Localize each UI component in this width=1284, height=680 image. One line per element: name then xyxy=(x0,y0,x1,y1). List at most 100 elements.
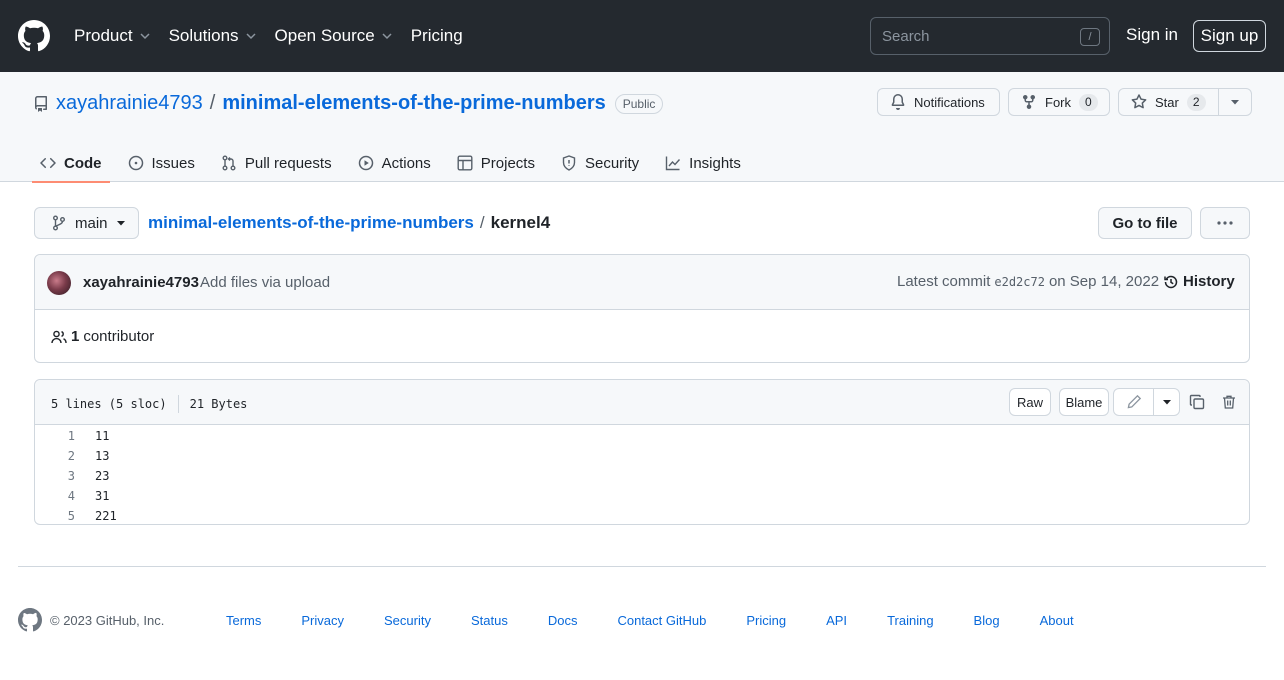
footer-link-privacy[interactable]: Privacy xyxy=(301,613,344,628)
search-input[interactable]: Search / xyxy=(870,17,1110,55)
code-icon xyxy=(40,157,56,169)
triangle-down-icon xyxy=(116,221,125,226)
footer-link-status[interactable]: Status xyxy=(471,613,508,628)
line-content: 11 xyxy=(95,429,110,443)
tab-projects[interactable]: Projects xyxy=(449,144,543,182)
commit-message-link[interactable]: Add files via upload xyxy=(200,274,330,291)
footer-copyright: © 2023 GitHub, Inc. xyxy=(50,613,165,628)
line-number[interactable]: 2 xyxy=(35,449,75,463)
footer-link-docs[interactable]: Docs xyxy=(548,613,578,628)
tab-insights[interactable]: Insights xyxy=(657,144,749,182)
sign-in-link[interactable]: Sign in xyxy=(1126,25,1178,45)
line-content: 23 xyxy=(95,469,110,483)
tab-pull-requests-label: Pull requests xyxy=(244,154,332,172)
footer-link-pricing[interactable]: Pricing xyxy=(746,613,786,628)
tab-issues[interactable]: Issues xyxy=(120,144,203,182)
line-number[interactable]: 3 xyxy=(35,469,75,483)
github-logo-icon[interactable] xyxy=(18,608,42,632)
nav-product[interactable]: Product xyxy=(74,26,151,46)
latest-commit-row: xayahrainie4793 Add files via upload Lat… xyxy=(35,255,1249,310)
line-content: 221 xyxy=(95,509,117,523)
footer-link-training[interactable]: Training xyxy=(887,613,933,628)
star-list-dropdown-button[interactable] xyxy=(1218,88,1252,116)
nav-pricing[interactable]: Pricing xyxy=(411,26,463,46)
contributors-summary[interactable]: 1 contributor xyxy=(51,328,154,345)
nav-solutions-label: Solutions xyxy=(168,26,239,45)
fork-label: Fork xyxy=(1045,94,1071,110)
pull-request-icon xyxy=(222,155,236,171)
issue-icon xyxy=(128,155,143,171)
kebab-horizontal-icon xyxy=(1217,221,1233,225)
avatar[interactable] xyxy=(47,271,71,295)
file-info-divider xyxy=(177,395,179,413)
code-line: 4 31 xyxy=(35,486,1249,506)
more-options-button[interactable] xyxy=(1200,207,1250,239)
line-number[interactable]: 5 xyxy=(35,509,75,523)
search-shortcut-hint: / xyxy=(1080,28,1100,46)
notifications-button[interactable]: Notifications xyxy=(877,88,1000,116)
history-link[interactable]: History xyxy=(1163,273,1235,290)
footer-link-blog[interactable]: Blog xyxy=(974,613,1000,628)
footer-link-security[interactable]: Security xyxy=(384,613,431,628)
bell-icon xyxy=(891,94,905,110)
nav-pricing-label: Pricing xyxy=(410,26,463,45)
blame-button[interactable]: Blame xyxy=(1059,388,1109,416)
breadcrumb-repo-link[interactable]: minimal-elements-of-the-prime-numbers xyxy=(148,213,474,233)
github-logo-icon[interactable] xyxy=(18,20,50,52)
file-info: 5 lines (5 sloc) 21 Bytes xyxy=(51,395,247,413)
fork-button[interactable]: Fork 0 xyxy=(1008,88,1110,116)
nav-product-label: Product xyxy=(74,26,133,45)
trash-icon[interactable] xyxy=(1221,394,1237,410)
repo-name-link[interactable]: minimal-elements-of-the-prime-numbers xyxy=(222,92,605,115)
footer-link-contact[interactable]: Contact GitHub xyxy=(617,613,706,628)
global-header: Product Solutions Open Source Pricing Se… xyxy=(0,0,1284,72)
tab-pull-requests[interactable]: Pull requests xyxy=(213,144,340,182)
chevron-down-icon xyxy=(140,33,150,40)
main-nav: Product Solutions Open Source Pricing xyxy=(74,0,481,72)
nav-open-source[interactable]: Open Source xyxy=(275,26,393,46)
star-icon xyxy=(1131,94,1147,109)
triangle-down-icon xyxy=(1162,400,1171,405)
footer-link-about[interactable]: About xyxy=(1040,613,1074,628)
nav-open-source-label: Open Source xyxy=(274,26,375,45)
tab-projects-label: Projects xyxy=(480,154,535,172)
footer-link-terms[interactable]: Terms xyxy=(226,613,261,628)
repo-title: xayahrainie4793 / minimal-elements-of-th… xyxy=(56,92,664,115)
repo-icon xyxy=(34,96,47,112)
tab-actions[interactable]: Actions xyxy=(350,144,439,182)
go-to-file-button[interactable]: Go to file xyxy=(1098,207,1192,239)
nav-solutions[interactable]: Solutions xyxy=(169,26,257,46)
line-content: 31 xyxy=(95,489,110,503)
branch-select-button[interactable]: main xyxy=(34,207,139,239)
sign-up-button[interactable]: Sign up xyxy=(1193,20,1266,52)
star-count: 2 xyxy=(1186,93,1206,111)
file-viewer: 5 lines (5 sloc) 21 Bytes Raw Blame 1 11… xyxy=(34,379,1250,525)
footer-link-api[interactable]: API xyxy=(826,613,847,628)
edit-file-button[interactable] xyxy=(1113,388,1154,416)
search-placeholder: Search xyxy=(882,27,930,45)
fork-count: 0 xyxy=(1079,93,1098,111)
code-line: 1 11 xyxy=(35,426,1249,446)
breadcrumb-separator: / xyxy=(479,213,485,232)
history-label: History xyxy=(1183,273,1235,290)
repo-tabs: Code Issues Pull requests Actions Projec… xyxy=(32,144,759,183)
code-line: 5 221 xyxy=(35,506,1249,526)
copy-icon[interactable] xyxy=(1189,394,1205,410)
chevron-down-icon xyxy=(382,33,392,40)
latest-commit-label: Latest commit xyxy=(897,273,991,290)
raw-button[interactable]: Raw xyxy=(1009,388,1051,416)
line-number[interactable]: 4 xyxy=(35,489,75,503)
latest-commit-info: Latest commit e2d2c72 on Sep 14, 2022 xyxy=(897,273,1159,290)
commit-sha-link[interactable]: e2d2c72 xyxy=(994,275,1045,289)
file-header: 5 lines (5 sloc) 21 Bytes Raw Blame xyxy=(35,380,1249,425)
branch-icon xyxy=(53,215,65,231)
commit-date: on Sep 14, 2022 xyxy=(1048,273,1160,290)
edit-options-dropdown[interactable] xyxy=(1153,388,1180,416)
commit-author-link[interactable]: xayahrainie4793 xyxy=(83,274,199,291)
repo-owner-link[interactable]: xayahrainie4793 xyxy=(56,92,203,115)
contributor-label: contributor xyxy=(83,328,155,345)
tab-security[interactable]: Security xyxy=(553,144,647,182)
tab-code[interactable]: Code xyxy=(32,144,110,183)
star-button[interactable]: Star 2 xyxy=(1118,88,1219,116)
line-number[interactable]: 1 xyxy=(35,429,75,443)
